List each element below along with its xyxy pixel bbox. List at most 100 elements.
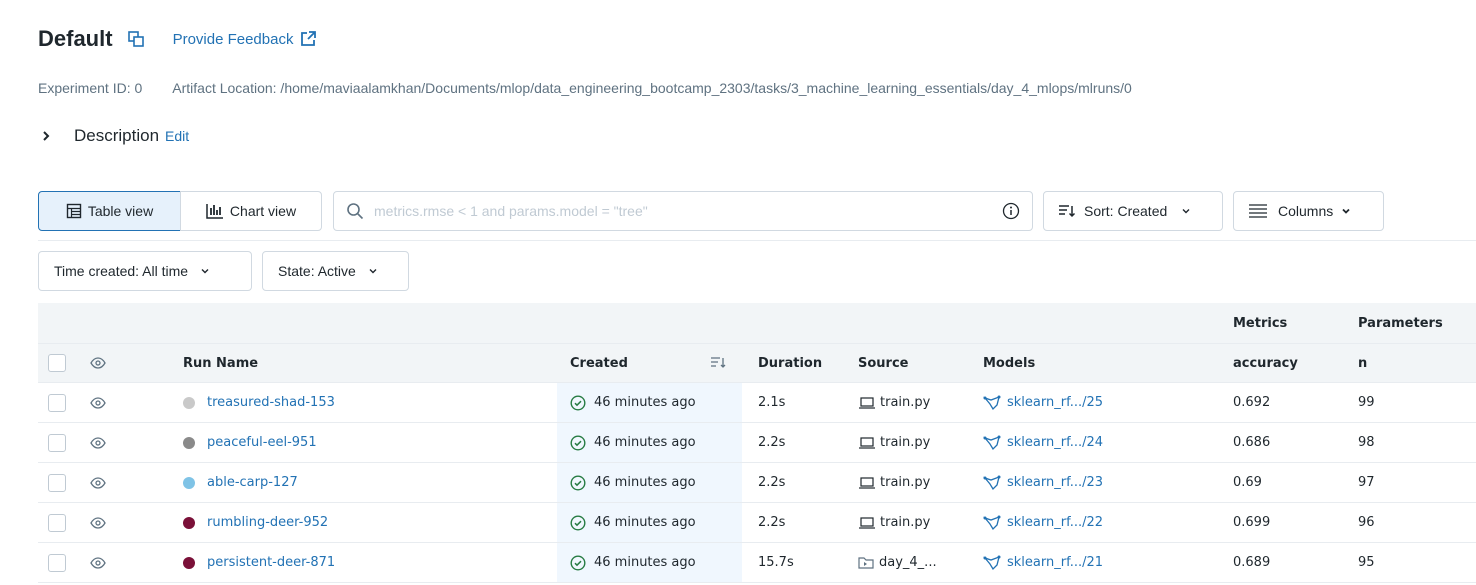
table-view-button[interactable]: Table view [38, 191, 181, 231]
eye-icon[interactable] [90, 516, 106, 529]
row-visibility-cell [90, 423, 120, 462]
eye-icon[interactable] [90, 476, 106, 489]
row-checkbox[interactable] [48, 393, 66, 412]
chevron-down-icon [1342, 208, 1350, 214]
table-view-label: Table view [87, 203, 154, 219]
column-group-row: Metrics Parameters [38, 303, 1476, 344]
source-cell[interactable]: train.py [858, 383, 968, 422]
model-link[interactable]: sklearn_rf.../22 [1007, 515, 1103, 530]
source-cell[interactable]: train.py [858, 463, 968, 502]
row-select-cell [48, 423, 78, 462]
duration-cell: 2.2s [758, 423, 848, 462]
table-row[interactable]: rumbling-deer-952 46 minutes ago 2.2s tr… [38, 503, 1476, 543]
duration-value: 2.2s [758, 475, 786, 490]
n-value: 96 [1358, 515, 1375, 530]
row-checkbox[interactable] [48, 433, 66, 452]
duration-header[interactable]: Duration [758, 344, 848, 382]
created-cell: 46 minutes ago [557, 503, 742, 542]
run-name-link[interactable]: able-carp-127 [207, 475, 298, 490]
models-header[interactable]: Models [983, 344, 1183, 382]
select-all-checkbox[interactable] [48, 354, 66, 372]
source-value: train.py [880, 435, 931, 450]
n-cell: 95 [1358, 543, 1458, 582]
source-value: train.py [880, 515, 931, 530]
time-created-filter[interactable]: Time created: All time [38, 251, 252, 291]
accuracy-value: 0.69 [1233, 475, 1262, 490]
model-link[interactable]: sklearn_rf.../24 [1007, 435, 1103, 450]
run-name-link[interactable]: persistent-deer-871 [207, 555, 335, 570]
run-name-header[interactable]: Run Name [183, 344, 553, 382]
created-cell: 46 minutes ago [557, 423, 742, 462]
created-value: 46 minutes ago [594, 515, 696, 530]
run-name-cell: able-carp-127 [183, 463, 553, 502]
models-cell: sklearn_rf.../21 [983, 543, 1183, 582]
duration-header-label: Duration [758, 355, 823, 371]
created-header-label: Created [570, 355, 628, 371]
search-input[interactable] [374, 203, 1002, 219]
check-circle-icon [570, 554, 586, 571]
description-edit-link[interactable]: Edit [165, 128, 189, 144]
models-cell: sklearn_rf.../24 [983, 423, 1183, 462]
run-color-dot[interactable] [183, 516, 195, 529]
check-circle-icon [570, 514, 586, 531]
row-select-cell [48, 503, 78, 542]
row-checkbox[interactable] [48, 553, 66, 572]
check-circle-icon [570, 474, 586, 491]
chevron-right-icon[interactable] [38, 128, 54, 144]
run-color-dot[interactable] [183, 436, 195, 449]
duration-cell: 2.2s [758, 463, 848, 502]
external-link-icon [301, 31, 317, 46]
run-name-link[interactable]: treasured-shad-153 [207, 395, 335, 410]
created-cell: 46 minutes ago [557, 383, 742, 422]
model-icon [983, 475, 1001, 490]
table-row[interactable]: treasured-shad-153 46 minutes ago 2.1s t… [38, 383, 1476, 423]
run-color-dot[interactable] [183, 476, 195, 489]
model-link[interactable]: sklearn_rf.../23 [1007, 475, 1103, 490]
accuracy-value: 0.699 [1233, 515, 1271, 530]
accuracy-cell: 0.692 [1233, 383, 1343, 422]
notebook-icon [858, 556, 874, 569]
source-cell[interactable]: train.py [858, 503, 968, 542]
run-name-link[interactable]: peaceful-eel-951 [207, 435, 317, 450]
models-cell: sklearn_rf.../23 [983, 463, 1183, 502]
model-link[interactable]: sklearn_rf.../21 [1007, 555, 1103, 570]
models-cell: sklearn_rf.../22 [983, 503, 1183, 542]
run-name-cell: peaceful-eel-951 [183, 423, 553, 462]
n-value: 95 [1358, 555, 1375, 570]
table-row[interactable]: able-carp-127 46 minutes ago 2.2s train.… [38, 463, 1476, 503]
eye-icon[interactable] [90, 436, 106, 449]
run-name-link[interactable]: rumbling-deer-952 [207, 515, 328, 530]
eye-icon[interactable] [90, 357, 106, 369]
run-color-dot[interactable] [183, 556, 195, 569]
bar-chart-icon [206, 204, 223, 219]
search-box [333, 191, 1033, 231]
table-row[interactable]: peaceful-eel-951 46 minutes ago 2.2s tra… [38, 423, 1476, 463]
n-header[interactable]: n [1358, 344, 1458, 382]
created-header[interactable]: Created [557, 344, 742, 382]
table-row[interactable]: persistent-deer-871 46 minutes ago 15.7s… [38, 543, 1476, 583]
eye-icon[interactable] [90, 396, 106, 409]
experiment-meta: Experiment ID: 0 Artifact Location: /hom… [38, 80, 1132, 96]
model-link[interactable]: sklearn_rf.../25 [1007, 395, 1103, 410]
model-icon [983, 395, 1001, 410]
source-cell[interactable]: day_4_... [858, 543, 968, 582]
created-cell: 46 minutes ago [557, 463, 742, 502]
provide-feedback-link[interactable]: Provide Feedback [173, 30, 318, 48]
accuracy-header[interactable]: accuracy [1233, 344, 1343, 382]
sort-dropdown[interactable]: Sort: Created [1043, 191, 1223, 231]
source-header[interactable]: Source [858, 344, 968, 382]
source-cell[interactable]: train.py [858, 423, 968, 462]
columns-dropdown[interactable]: Columns [1233, 191, 1384, 231]
columns-label: Columns [1278, 203, 1334, 219]
row-checkbox[interactable] [48, 513, 66, 532]
n-value: 98 [1358, 435, 1375, 450]
row-checkbox[interactable] [48, 473, 66, 492]
copy-icon[interactable] [127, 30, 145, 48]
chart-view-button[interactable]: Chart view [180, 191, 322, 231]
run-color-dot[interactable] [183, 396, 195, 409]
eye-icon[interactable] [90, 556, 106, 569]
description-row: Description Edit [38, 124, 189, 148]
state-filter[interactable]: State: Active [262, 251, 409, 291]
info-icon[interactable] [1002, 202, 1020, 220]
run-name-cell: rumbling-deer-952 [183, 503, 553, 542]
